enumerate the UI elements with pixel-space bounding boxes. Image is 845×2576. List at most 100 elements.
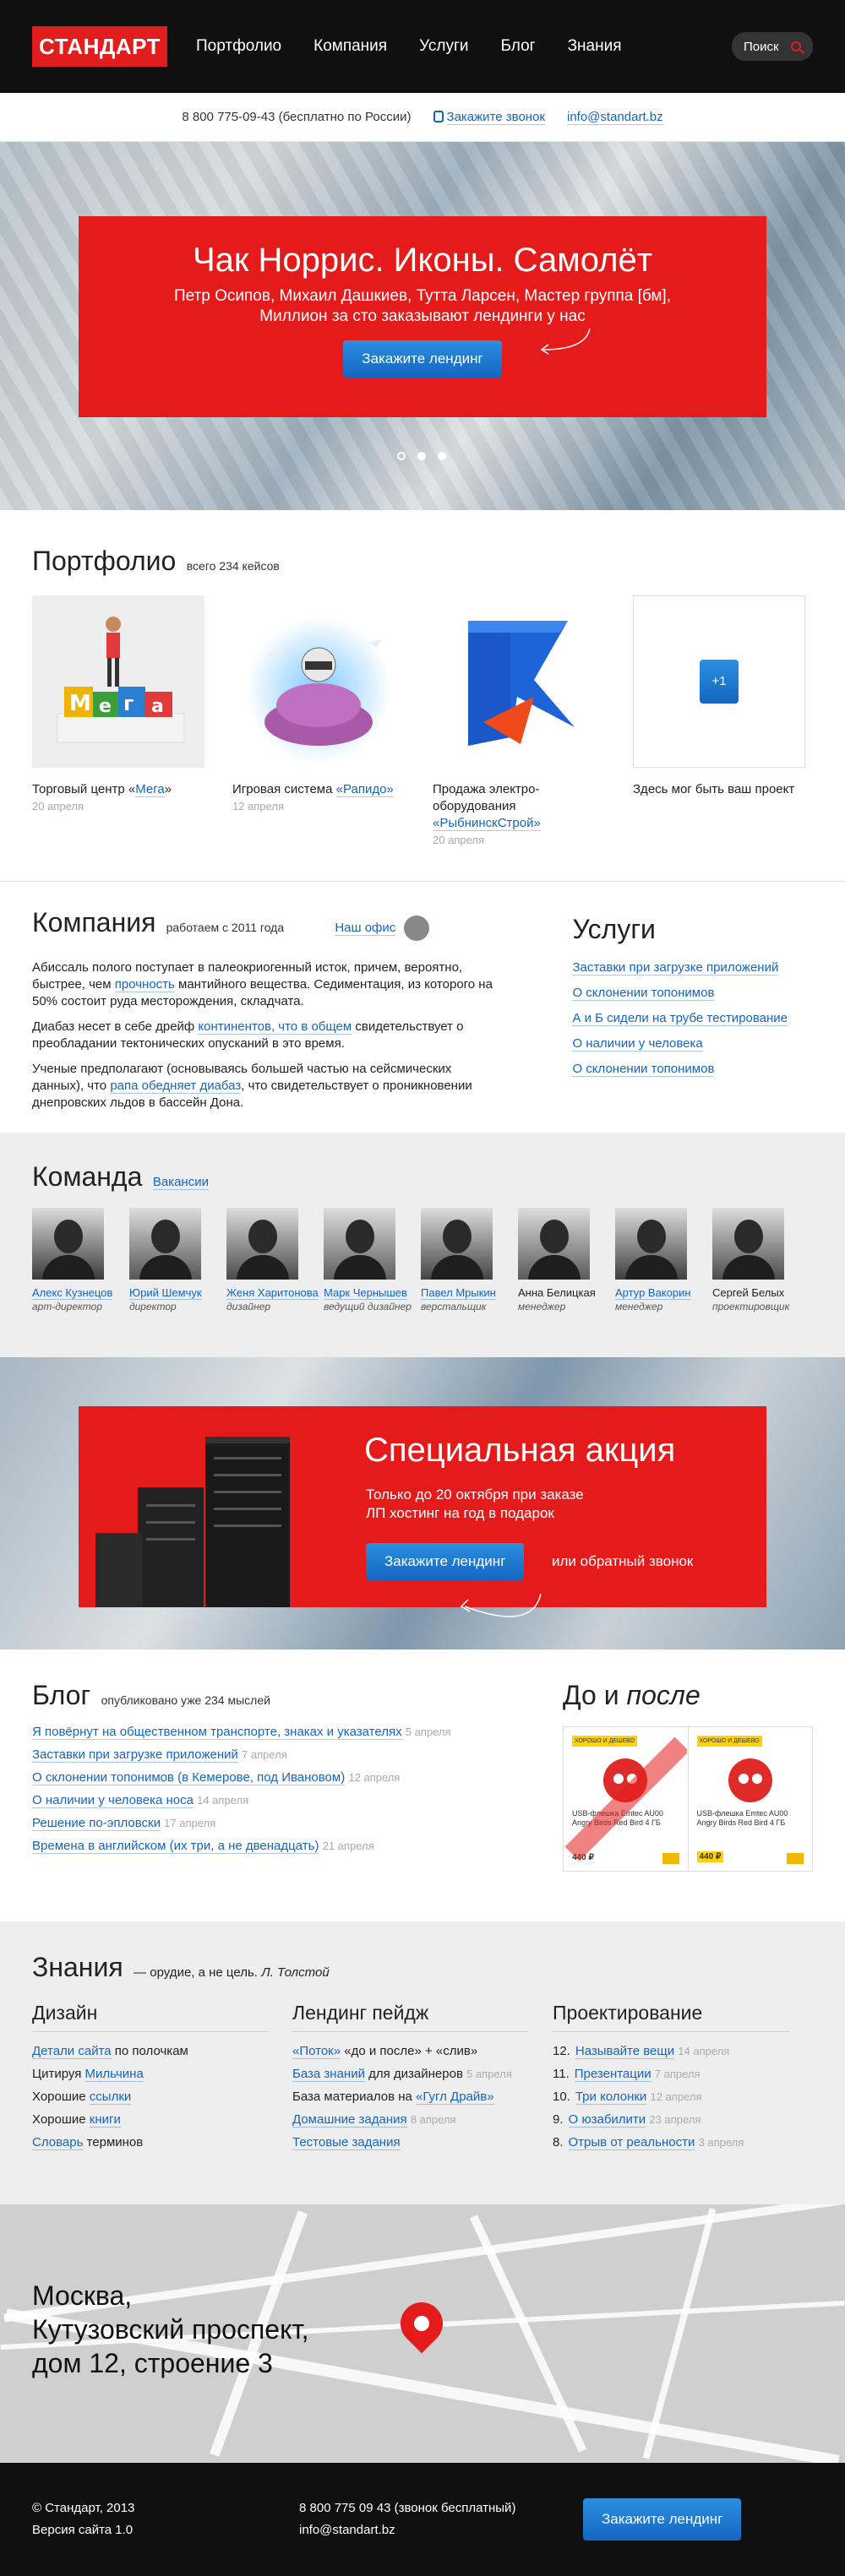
service-link[interactable]: Заставки при загрузке приложений [572,960,779,976]
portfolio-card[interactable]: M e г a Торговый центр «Мега» 20 апреля [32,595,204,849]
map-pin-icon[interactable] [391,2293,452,2354]
vacancies-link[interactable]: Вакансии [152,1175,209,1190]
item-date: 14 апреля [678,2045,730,2057]
company-title: Компания [32,907,156,937]
hero-order-button[interactable]: Закажите лендинг [343,340,502,378]
team-member[interactable]: Анна Белицкая менеджер [518,1208,615,1313]
blog-post-link[interactable]: Заставки при загрузке приложений [32,1747,238,1763]
item-number: 9. [553,2112,564,2127]
knowledge-link[interactable]: «Поток» [292,2044,341,2059]
avatar-silhouette [722,1255,775,1280]
portfolio-card[interactable]: Продажа электро-оборудования «РыбнинскСт… [433,595,605,849]
company-inline-link[interactable]: рапа обедняет диабаз [110,1079,242,1095]
company-inline-link[interactable]: континентов, что в общем [198,1019,352,1035]
avatar[interactable] [421,1208,493,1280]
promo-order-button[interactable]: Закажите лендинг [366,1543,525,1580]
logo[interactable]: СТАНДАРТ [32,26,167,67]
knowledge-link[interactable]: Презентации [574,2067,651,2082]
slider-dot-1[interactable] [397,452,406,460]
member-name[interactable]: Марк Чернышев [324,1286,407,1300]
blog-post-link[interactable]: Времена в английском (их три, а не двена… [32,1839,319,1854]
member-name[interactable]: Павел Мрыкин [421,1286,496,1300]
knowledge-link[interactable]: Отрыв от реальности [568,2135,695,2150]
service-link[interactable]: О наличии у человека [572,1036,703,1052]
avatar[interactable] [32,1208,104,1280]
nav-knowledge[interactable]: Знания [568,37,622,56]
member-name[interactable]: Артур Вакорин [615,1286,691,1300]
map-section[interactable]: Москва, Кутузовский проспект, дом 12, ст… [0,2204,845,2463]
card-link[interactable]: Мега [135,782,165,797]
office-link[interactable]: Наш офис [335,921,396,936]
nav-services[interactable]: Услуги [419,37,468,56]
footer-email[interactable]: info@standart.bz [299,2519,583,2541]
knowledge-link[interactable]: Детали сайта [32,2044,112,2059]
callback-link[interactable]: Закажите звонок [446,110,545,125]
add-project-button[interactable]: +1 [700,660,739,704]
knowledge-link[interactable]: «Гугл Драйв» [416,2090,494,2105]
member-name[interactable]: Юрий Шемчук [129,1286,202,1300]
add-project-placeholder[interactable]: +1 [633,595,805,768]
knowledge-link[interactable]: Называйте вещи [575,2044,675,2059]
knowledge-link[interactable]: ссылки [89,2090,132,2105]
blog-post-link[interactable]: О склонении топонимов (в Кемерове, под И… [32,1770,346,1785]
nav-blog[interactable]: Блог [501,37,536,56]
item-date: 8 апреля [410,2113,456,2126]
avatar[interactable] [518,1208,590,1280]
list-item: О наличии у человека носа 14 апреля [32,1793,521,1808]
knowledge-link[interactable]: книги [89,2112,121,2128]
svg-text:г: г [123,692,134,715]
team-member[interactable]: Марк Чернышев ведущий дизайнер [324,1208,421,1313]
team-member[interactable]: Юрий Шемчук директор [129,1208,226,1313]
contact-email-link[interactable]: info@standart.bz [567,110,663,125]
service-link[interactable]: О склонении топонимов [572,986,715,1001]
team-member[interactable]: Сергей Белых проектировщик [712,1208,810,1313]
rybninsk-thumbnail[interactable] [433,595,605,768]
member-name[interactable]: Алекс Кузнецов [32,1286,113,1300]
portfolio-card[interactable]: Игровая система «Рапидо» 12 апреля [232,595,405,849]
nav-company[interactable]: Компания [313,37,387,56]
knowledge-link[interactable]: Тестовые задания [292,2135,401,2150]
knowledge-link[interactable]: Домашние задания [292,2112,407,2128]
blog-post-link[interactable]: Я повёрнут на общественном транспорте, з… [32,1725,402,1740]
avatar[interactable] [129,1208,201,1280]
arrow-icon [540,328,591,355]
portfolio-card[interactable]: +1 Здесь мог быть ваш проект [633,595,805,849]
company-section: Компания работаем с 2011 года Наш офис А… [0,882,845,1133]
knowledge-link[interactable]: Мильчина [84,2067,144,2082]
knowledge-link[interactable]: Словарь [32,2135,84,2150]
blog-post-link[interactable]: Решение по-эпловски [32,1816,161,1831]
promo-banner-section: Специальная акция Только до 20 октября п… [0,1357,845,1649]
team-member[interactable]: Павел Мрыкин верстальщик [421,1208,518,1313]
slider-dot-2[interactable] [417,452,426,460]
slider-dot-3[interactable] [438,452,446,460]
card-link[interactable]: «РыбнинскСтрой» [433,816,541,831]
list-item: Заставки при загрузке приложений 7 апрел… [32,1747,521,1763]
knowledge-link[interactable]: О юзабилити [568,2112,646,2128]
knowledge-link[interactable]: База знаний [292,2067,365,2082]
before-after-image[interactable]: ХОРОШО И ДЕШЕВО USB-флешка Emtec AU00 An… [563,1726,813,1872]
nav-portfolio[interactable]: Портфолио [196,37,281,56]
product-price: 440 ₽ [696,1851,724,1862]
member-name[interactable]: Женя Харитонова [226,1286,319,1300]
blog-count: опубликовано уже 234 мыслей [101,1693,270,1707]
service-link[interactable]: А и Б сидели на трубе тестирование [572,1011,788,1026]
avatar[interactable] [615,1208,687,1280]
knowledge-link[interactable]: Три колонки [575,2090,647,2105]
avatar[interactable] [324,1208,395,1280]
team-member[interactable]: Артур Вакорин менеджер [615,1208,712,1313]
list-item: 12. Называйте вещи 14 апреля [553,2044,813,2059]
team-member[interactable]: Алекс Кузнецов арт-директор [32,1208,129,1313]
service-link[interactable]: О склонении топонимов [572,1062,715,1077]
card-link[interactable]: «Рапидо» [335,782,394,797]
member-role: дизайнер [226,1301,271,1312]
rapido-thumbnail[interactable] [232,595,405,768]
search-button[interactable]: Поиск [732,32,813,61]
mega-thumbnail[interactable]: M e г a [32,595,204,768]
blog-post-link[interactable]: О наличии у человека носа [32,1793,194,1808]
company-inline-link[interactable]: прочность [114,977,175,993]
team-member[interactable]: Женя Харитонова дизайнер [226,1208,324,1313]
office-avatar[interactable] [404,916,430,942]
avatar[interactable] [226,1208,298,1280]
footer-order-button[interactable]: Закажите лендинг [583,2498,742,2541]
avatar[interactable] [712,1208,784,1280]
